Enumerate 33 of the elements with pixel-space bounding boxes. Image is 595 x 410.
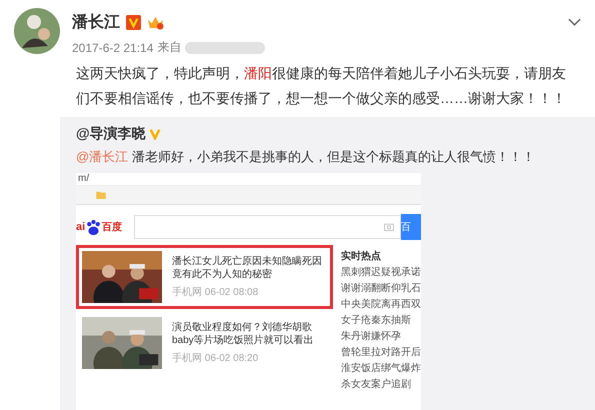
folder-icon xyxy=(96,191,106,199)
author-name[interactable]: 潘长江 xyxy=(72,12,120,33)
hot-list-item[interactable]: 曾轮里拉对路开后 xyxy=(341,345,421,359)
logo-text: 百度 xyxy=(102,220,122,234)
avatar[interactable] xyxy=(14,8,60,54)
hot-list-item[interactable]: 杀女友案户追剧 xyxy=(341,377,421,391)
search-field[interactable] xyxy=(134,215,401,239)
paw-icon xyxy=(85,218,102,236)
source-label: 来自 xyxy=(157,39,182,56)
hot-list-item[interactable]: 谢谢溺翻断仰乳石 xyxy=(341,281,421,295)
news-item[interactable]: 潘长江女儿死亡原因未知隐瞒死因竟有此不为人知的秘密 手机网 06-02 08:08 xyxy=(76,245,333,309)
verified-icon xyxy=(126,15,141,30)
repost-comment: @潘长江 潘老师好，小弟我不是挑事的人，但是这个标题真的让人很气愤！！！ xyxy=(76,148,536,166)
address-text: m/ xyxy=(78,173,90,184)
post-time: 2017-6-2 21:14 xyxy=(72,40,154,54)
news-meta: 手机网 06-02 08:08 xyxy=(172,286,260,299)
hot-list-item[interactable]: 中央美院离再西双 xyxy=(341,297,421,311)
post-text: 这两天快疯了，特此声明，潘阳很健康的每天陪伴着她儿子小石头玩耍，请朋友们不要相信谣传，也不要传播了，想一想一个做父亲的感受……谢谢大家！！！ xyxy=(76,64,567,108)
hot-list-item[interactable]: 女子疮秦东抽斯 xyxy=(341,313,421,327)
news-headline[interactable]: 潘长江女儿死亡原因未知隐瞒死因竟有此不为人知的秘密 xyxy=(172,255,327,281)
verified-icon xyxy=(148,128,161,140)
search-button[interactable]: 百 xyxy=(401,214,421,240)
news-item[interactable]: 演员敬业程度如何？刘德华胡歌baby等片场吃饭照片就可以看出 手机网 06-02 08:20 xyxy=(76,311,333,375)
crown-icon xyxy=(147,15,164,30)
hot-list-item[interactable]: 淮安饭店绑气爆炸 xyxy=(341,361,421,375)
hot-list-title: 实时热点 xyxy=(341,249,382,263)
logo-text: ai xyxy=(76,221,86,233)
news-headline[interactable]: 演员敬业程度如何？刘德华胡歌baby等片场吃饭照片就可以看出 xyxy=(172,321,327,347)
hot-list-item[interactable]: 朱丹谢嫌怀孕 xyxy=(341,329,421,343)
chevron-icon[interactable] xyxy=(568,18,581,26)
hot-list-item[interactable]: 黑刺猬迟疑视承诺 xyxy=(341,265,421,279)
repost-author[interactable]: @导演李晓 xyxy=(76,125,146,143)
news-meta: 手机网 06-02 08:20 xyxy=(172,352,260,365)
